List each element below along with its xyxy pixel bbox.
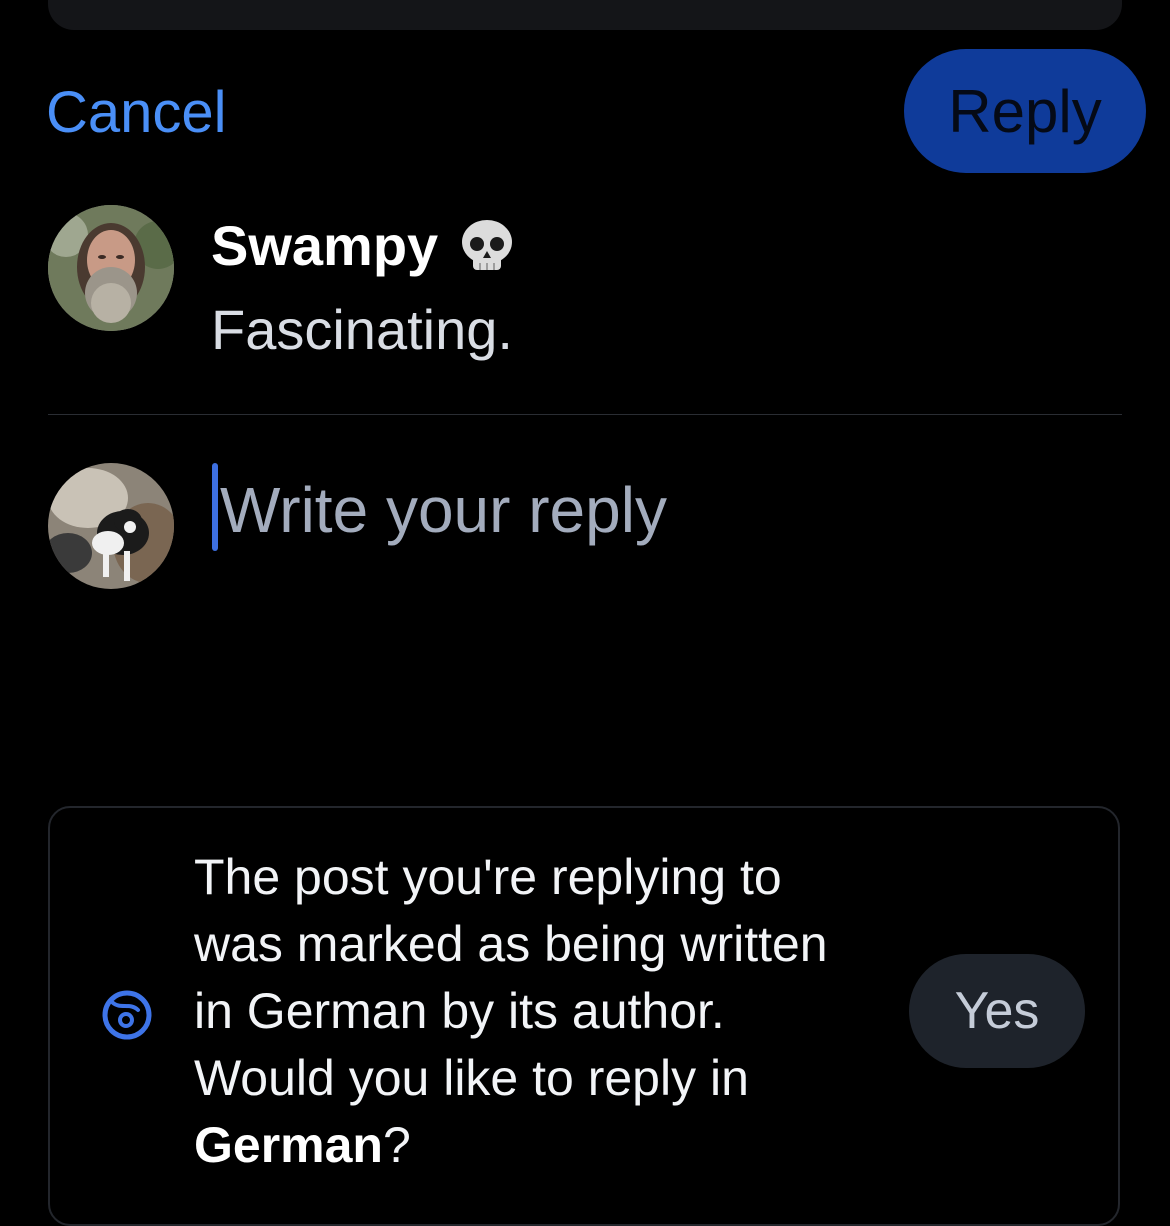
author-avatar[interactable] [48,205,174,331]
language-globe-icon [100,988,154,1047]
text-cursor [212,463,218,551]
author-name[interactable]: Swampy [211,212,438,280]
language-name: German [194,1117,383,1173]
cancel-button[interactable]: Cancel [46,78,227,148]
post-text: Fascinating. [211,298,513,361]
language-suggestion-suffix: ? [382,1117,411,1173]
user-avatar[interactable] [48,463,174,589]
reply-button[interactable]: Reply [904,49,1146,173]
language-suggestion-prefix: The post you're replying to was marked a… [194,849,828,1106]
skull-icon [457,218,517,283]
previous-sheet-edge [48,0,1122,30]
yes-button-label: Yes [954,982,1040,1040]
language-suggestion-text: The post you're replying to was marked a… [194,844,874,1179]
reply-text-input[interactable] [220,470,1100,550]
yes-button[interactable]: Yes [909,954,1085,1068]
divider [48,414,1122,415]
reply-button-label: Reply [948,77,1102,145]
